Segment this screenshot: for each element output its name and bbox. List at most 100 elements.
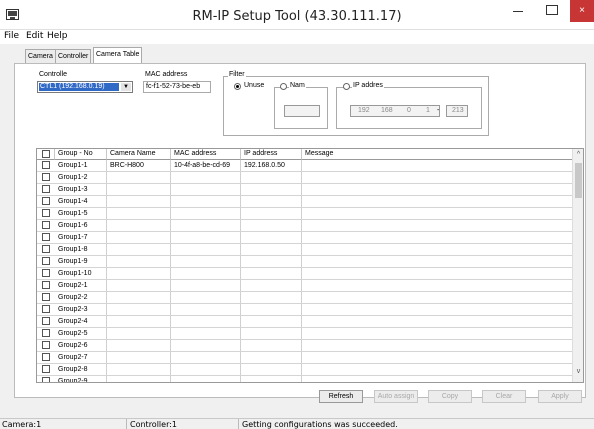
tab-camera[interactable]: Camera bbox=[25, 49, 56, 63]
message-cell bbox=[302, 280, 573, 291]
tab-strip: Camera Controller Camera Table bbox=[0, 44, 594, 64]
row-checkbox[interactable] bbox=[42, 317, 50, 325]
row-checkbox[interactable] bbox=[42, 377, 50, 382]
ip-address-cell bbox=[241, 328, 302, 339]
row-checkbox[interactable] bbox=[42, 365, 50, 373]
clear-button[interactable]: Clear bbox=[482, 390, 526, 403]
message-cell bbox=[302, 232, 573, 243]
menu-help[interactable]: Help bbox=[47, 31, 68, 41]
row-checkbox[interactable] bbox=[42, 233, 50, 241]
group-no-cell: Group1-3 bbox=[55, 184, 107, 195]
header-message[interactable]: Message bbox=[302, 149, 573, 160]
table-row[interactable]: Group2-3 bbox=[37, 304, 573, 316]
ip-address-cell bbox=[241, 292, 302, 303]
name-filter-input[interactable] bbox=[284, 105, 320, 117]
minimize-button[interactable] bbox=[503, 0, 533, 22]
row-checkbox[interactable] bbox=[42, 245, 50, 253]
table-row[interactable]: Group2-8 bbox=[37, 364, 573, 376]
ip-address-cell bbox=[241, 280, 302, 291]
table-row[interactable]: Group1-4 bbox=[37, 196, 573, 208]
mac-address-cell bbox=[171, 328, 241, 339]
table-scrollbar[interactable]: ^ v bbox=[572, 149, 583, 382]
menu-edit[interactable]: Edit bbox=[26, 31, 43, 41]
table-row[interactable]: Group1-2 bbox=[37, 172, 573, 184]
tab-camera-table[interactable]: Camera Table bbox=[93, 47, 143, 64]
apply-button[interactable]: Apply bbox=[538, 390, 582, 403]
row-checkbox[interactable] bbox=[42, 281, 50, 289]
message-cell bbox=[302, 268, 573, 279]
filter-unused-radio[interactable] bbox=[234, 83, 241, 90]
menu-file[interactable]: File bbox=[4, 31, 19, 41]
row-checkbox[interactable] bbox=[42, 221, 50, 229]
camera-name-cell bbox=[107, 376, 171, 382]
table-row[interactable]: Group1-1 BRC-H800 10-4f-a8-be-cd-69 192.168… bbox=[37, 160, 573, 172]
table-row[interactable]: Group1-8 bbox=[37, 244, 573, 256]
header-mac-address[interactable]: MAC address bbox=[171, 149, 241, 160]
table-row[interactable]: Group1-7 bbox=[37, 232, 573, 244]
scroll-up-icon[interactable]: ^ bbox=[573, 149, 583, 160]
camera-name-cell bbox=[107, 232, 171, 243]
header-camera-name[interactable]: Camera Name bbox=[107, 149, 171, 160]
ip-range-dash: - bbox=[437, 107, 440, 114]
message-cell bbox=[302, 304, 573, 315]
mac-address-cell bbox=[171, 256, 241, 267]
maximize-button[interactable] bbox=[536, 0, 566, 22]
row-checkbox[interactable] bbox=[42, 329, 50, 337]
scroll-thumb[interactable] bbox=[575, 163, 582, 198]
table-row[interactable]: Group1-9 bbox=[37, 256, 573, 268]
filter-name-radio[interactable] bbox=[280, 83, 287, 90]
table-row[interactable]: Group2-6 bbox=[37, 340, 573, 352]
filter-ip-radio[interactable] bbox=[343, 83, 350, 90]
table-row[interactable]: Group2-2 bbox=[37, 292, 573, 304]
table-row[interactable]: Group2-5 bbox=[37, 328, 573, 340]
row-checkbox[interactable] bbox=[42, 341, 50, 349]
controller-select[interactable]: CTL1 (192.168.0.19) ▼ bbox=[37, 81, 133, 93]
mac-address-cell bbox=[171, 376, 241, 382]
table-row[interactable]: Group2-9 bbox=[37, 376, 573, 382]
ip-address-cell bbox=[241, 172, 302, 183]
table-row[interactable]: Group2-1 bbox=[37, 280, 573, 292]
header-checkbox-cell bbox=[37, 149, 55, 160]
mac-address-cell bbox=[171, 352, 241, 363]
row-checkbox[interactable] bbox=[42, 293, 50, 301]
message-cell bbox=[302, 352, 573, 363]
row-checkbox[interactable] bbox=[42, 269, 50, 277]
table-row[interactable]: Group2-4 bbox=[37, 316, 573, 328]
row-checkbox[interactable] bbox=[42, 197, 50, 205]
row-checkbox[interactable] bbox=[42, 257, 50, 265]
row-checkbox[interactable] bbox=[42, 209, 50, 217]
select-all-checkbox[interactable] bbox=[42, 150, 50, 158]
message-cell bbox=[302, 328, 573, 339]
group-no-cell: Group2-8 bbox=[55, 364, 107, 375]
ip-octet-2: 168 bbox=[381, 107, 393, 114]
copy-button[interactable]: Copy bbox=[428, 390, 472, 403]
ip-address-cell bbox=[241, 208, 302, 219]
ip-address-cell bbox=[241, 232, 302, 243]
scroll-down-icon[interactable]: v bbox=[573, 366, 583, 377]
mac-address-cell bbox=[171, 364, 241, 375]
row-checkbox[interactable] bbox=[42, 173, 50, 181]
table-row[interactable]: Group2-7 bbox=[37, 352, 573, 364]
close-button[interactable]: × bbox=[570, 0, 594, 22]
header-ip-address[interactable]: IP address bbox=[241, 149, 302, 160]
refresh-button[interactable]: Refresh bbox=[319, 390, 363, 403]
group-no-cell: Group1-9 bbox=[55, 256, 107, 267]
tab-controller[interactable]: Controller bbox=[55, 49, 92, 63]
table-row[interactable]: Group1-10 bbox=[37, 268, 573, 280]
row-checkbox[interactable] bbox=[42, 185, 50, 193]
row-checkbox[interactable] bbox=[42, 161, 50, 169]
table-row[interactable]: Group1-6 bbox=[37, 220, 573, 232]
table-row[interactable]: Group1-3 bbox=[37, 184, 573, 196]
table-row[interactable]: Group1-5 bbox=[37, 208, 573, 220]
row-checkbox[interactable] bbox=[42, 305, 50, 313]
group-no-cell: Group1-8 bbox=[55, 244, 107, 255]
header-group-no[interactable]: Group - No bbox=[55, 149, 107, 160]
message-cell bbox=[302, 340, 573, 351]
row-checkbox[interactable] bbox=[42, 353, 50, 361]
mac-address-field: fc-f1-52-73-be-eb bbox=[143, 81, 211, 93]
chevron-down-icon[interactable]: ▼ bbox=[121, 83, 131, 91]
message-cell bbox=[302, 292, 573, 303]
mac-address-cell bbox=[171, 340, 241, 351]
ip-address-cell bbox=[241, 256, 302, 267]
auto-assign-button[interactable]: Auto assign bbox=[374, 390, 418, 403]
